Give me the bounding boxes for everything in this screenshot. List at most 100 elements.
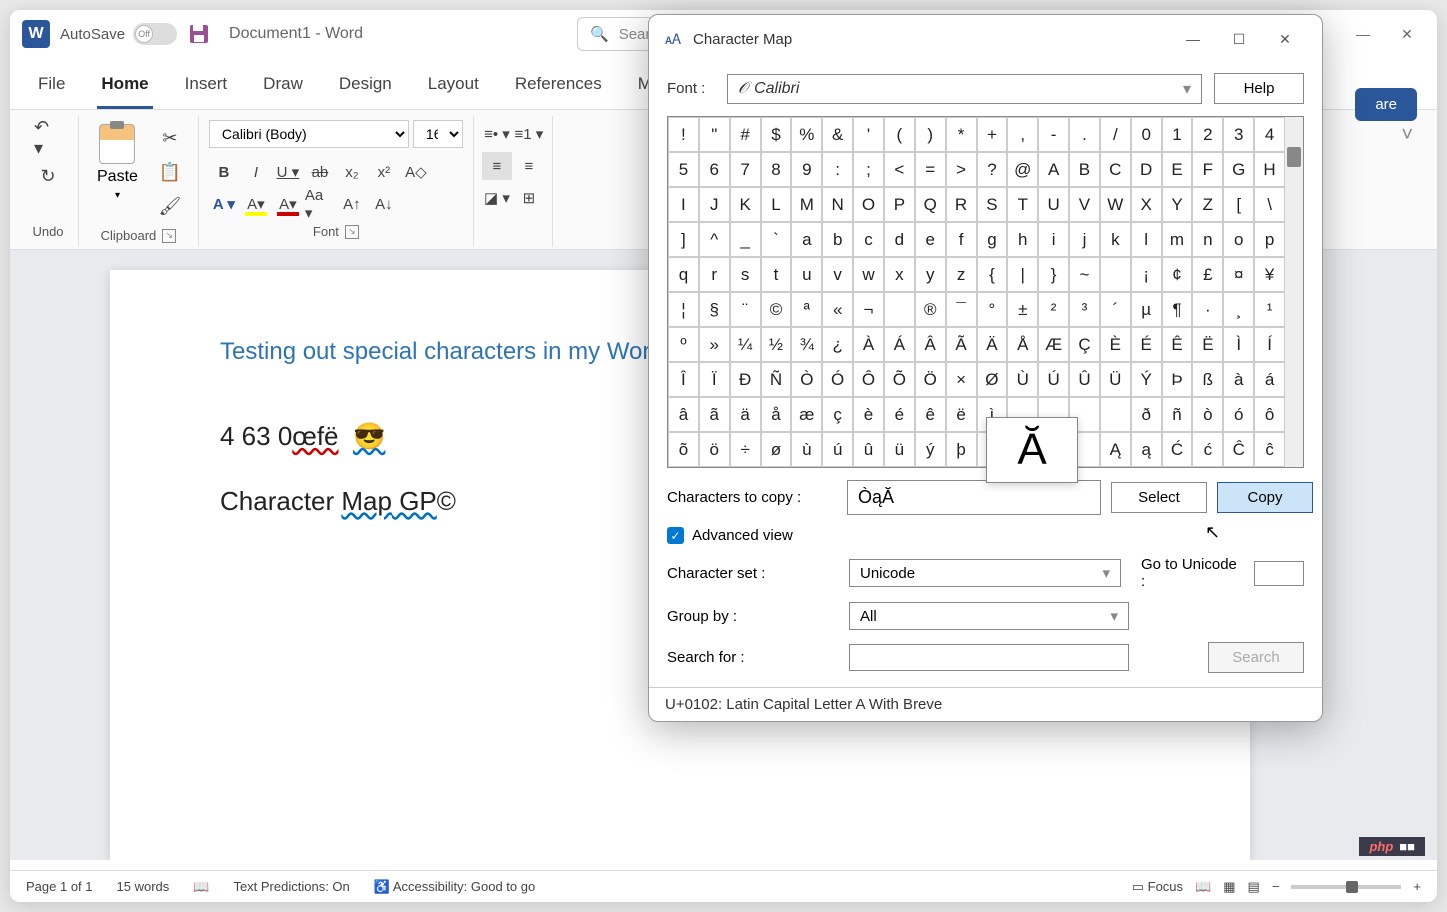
align-left-button[interactable]: ≡ bbox=[482, 152, 512, 180]
char-cell[interactable]: < bbox=[884, 152, 915, 187]
char-cell[interactable]: þ bbox=[946, 432, 977, 467]
char-cell[interactable]: 8 bbox=[761, 152, 792, 187]
char-cell[interactable]: Þ bbox=[1162, 362, 1193, 397]
zoom-slider[interactable] bbox=[1291, 885, 1401, 889]
char-cell[interactable]: U bbox=[1038, 187, 1069, 222]
char-cell[interactable]: Q bbox=[915, 187, 946, 222]
paste-button[interactable]: Paste ▾ bbox=[89, 120, 146, 224]
char-cell[interactable]: 7 bbox=[730, 152, 761, 187]
char-cell[interactable]: ¾ bbox=[791, 327, 822, 362]
char-cell[interactable]: Ą bbox=[1100, 432, 1131, 467]
char-cell[interactable]: ³ bbox=[1069, 292, 1100, 327]
char-cell[interactable]: 1 bbox=[1162, 117, 1193, 152]
char-cell[interactable]: Ý bbox=[1131, 362, 1162, 397]
char-cell[interactable]: $ bbox=[761, 117, 792, 152]
char-cell[interactable]: ø bbox=[761, 432, 792, 467]
char-cell[interactable]: w bbox=[853, 257, 884, 292]
char-cell[interactable]: c bbox=[853, 222, 884, 257]
char-cell[interactable]: 9 bbox=[791, 152, 822, 187]
char-cell[interactable]: ¹ bbox=[1254, 292, 1285, 327]
char-cell[interactable]: ± bbox=[1007, 292, 1038, 327]
char-cell[interactable]: d bbox=[884, 222, 915, 257]
char-cell[interactable]: à bbox=[1223, 362, 1254, 397]
search-input[interactable] bbox=[849, 644, 1129, 671]
clipboard-dialog-launcher[interactable]: ↘ bbox=[162, 229, 176, 243]
tab-layout[interactable]: Layout bbox=[424, 66, 483, 109]
font-name-select[interactable]: Calibri (Body) bbox=[209, 120, 409, 148]
char-cell[interactable]: [ bbox=[1223, 187, 1254, 222]
char-cell[interactable]: ¡ bbox=[1131, 257, 1162, 292]
font-dropdown[interactable]: 𝒪 Calibri bbox=[727, 74, 1202, 104]
bullets-button[interactable]: ≡• ▾ bbox=[482, 120, 512, 148]
char-cell[interactable]: Ì bbox=[1223, 327, 1254, 362]
advanced-view-checkbox[interactable]: ✓ Advanced view bbox=[667, 527, 1304, 544]
char-cell[interactable]: ñ bbox=[1162, 397, 1193, 432]
char-cell[interactable]: Ô bbox=[853, 362, 884, 397]
char-cell[interactable]: ê bbox=[915, 397, 946, 432]
char-cell[interactable]: ã bbox=[699, 397, 730, 432]
char-cell[interactable]: ¤ bbox=[1223, 257, 1254, 292]
char-cell[interactable]: { bbox=[977, 257, 1008, 292]
char-cell[interactable]: ą bbox=[1131, 432, 1162, 467]
char-cell[interactable]: ¢ bbox=[1162, 257, 1193, 292]
char-cell[interactable]: D bbox=[1131, 152, 1162, 187]
help-button[interactable]: Help bbox=[1214, 73, 1304, 104]
shading-button[interactable]: ◪ ▾ bbox=[482, 184, 512, 212]
char-cell[interactable]: S bbox=[977, 187, 1008, 222]
borders-button[interactable]: ⊞ bbox=[514, 184, 544, 212]
tab-home[interactable]: Home bbox=[97, 66, 152, 109]
char-cell[interactable]: ¨ bbox=[730, 292, 761, 327]
char-cell[interactable]: × bbox=[946, 362, 977, 397]
char-cell[interactable]: ¶ bbox=[1162, 292, 1193, 327]
accessibility-status[interactable]: ♿ Accessibility: Good to go bbox=[374, 879, 535, 895]
char-cell[interactable]: G bbox=[1223, 152, 1254, 187]
char-cell[interactable]: ć bbox=[1192, 432, 1223, 467]
char-cell[interactable]: \ bbox=[1254, 187, 1285, 222]
char-cell[interactable]: o bbox=[1223, 222, 1254, 257]
char-cell[interactable]: r bbox=[699, 257, 730, 292]
char-cell[interactable]: ç bbox=[822, 397, 853, 432]
char-cell[interactable]: v bbox=[822, 257, 853, 292]
char-cell[interactable]: C bbox=[1100, 152, 1131, 187]
char-cell[interactable]: ¿ bbox=[822, 327, 853, 362]
char-cell[interactable]: » bbox=[699, 327, 730, 362]
char-cell[interactable]: Ë bbox=[1192, 327, 1223, 362]
spellcheck-icon[interactable]: 📖 bbox=[193, 879, 209, 895]
char-cell[interactable]: y bbox=[915, 257, 946, 292]
char-cell[interactable]: â bbox=[668, 397, 699, 432]
char-cell[interactable]: Ã bbox=[946, 327, 977, 362]
char-cell[interactable]: û bbox=[853, 432, 884, 467]
char-cell[interactable]: Õ bbox=[884, 362, 915, 397]
char-cell[interactable]: ° bbox=[977, 292, 1008, 327]
char-cell[interactable]: È bbox=[1100, 327, 1131, 362]
char-cell[interactable]: B bbox=[1069, 152, 1100, 187]
char-cell[interactable]: Û bbox=[1069, 362, 1100, 397]
char-cell[interactable] bbox=[1100, 397, 1131, 432]
read-mode-icon[interactable]: 📖 bbox=[1195, 879, 1211, 895]
char-cell[interactable]: A bbox=[1038, 152, 1069, 187]
char-cell[interactable]: É bbox=[1131, 327, 1162, 362]
char-cell[interactable]: ¼ bbox=[730, 327, 761, 362]
superscript-button[interactable]: x² bbox=[369, 158, 399, 186]
font-color-button[interactable]: A ▾ bbox=[273, 190, 303, 218]
char-cell[interactable]: Ò bbox=[791, 362, 822, 397]
char-cell[interactable]: ´ bbox=[1100, 292, 1131, 327]
char-cell[interactable]: ù bbox=[791, 432, 822, 467]
char-cell[interactable]: u bbox=[791, 257, 822, 292]
char-cell[interactable]: h bbox=[1007, 222, 1038, 257]
char-cell[interactable]: ` bbox=[761, 222, 792, 257]
char-cell[interactable]: b bbox=[822, 222, 853, 257]
char-cell[interactable]: Ù bbox=[1007, 362, 1038, 397]
char-cell[interactable]: å bbox=[761, 397, 792, 432]
bold-button[interactable]: B bbox=[209, 158, 239, 186]
char-cell[interactable]: g bbox=[977, 222, 1008, 257]
char-cell[interactable]: " bbox=[699, 117, 730, 152]
highlight-button[interactable]: A ▾ bbox=[241, 190, 271, 218]
char-cell[interactable]: X bbox=[1131, 187, 1162, 222]
char-cell[interactable]: Ø bbox=[977, 362, 1008, 397]
char-cell[interactable]: ' bbox=[853, 117, 884, 152]
char-cell[interactable]: R bbox=[946, 187, 977, 222]
char-cell[interactable]: õ bbox=[668, 432, 699, 467]
char-cell[interactable]: « bbox=[822, 292, 853, 327]
charmap-minimize[interactable]: — bbox=[1170, 23, 1216, 55]
